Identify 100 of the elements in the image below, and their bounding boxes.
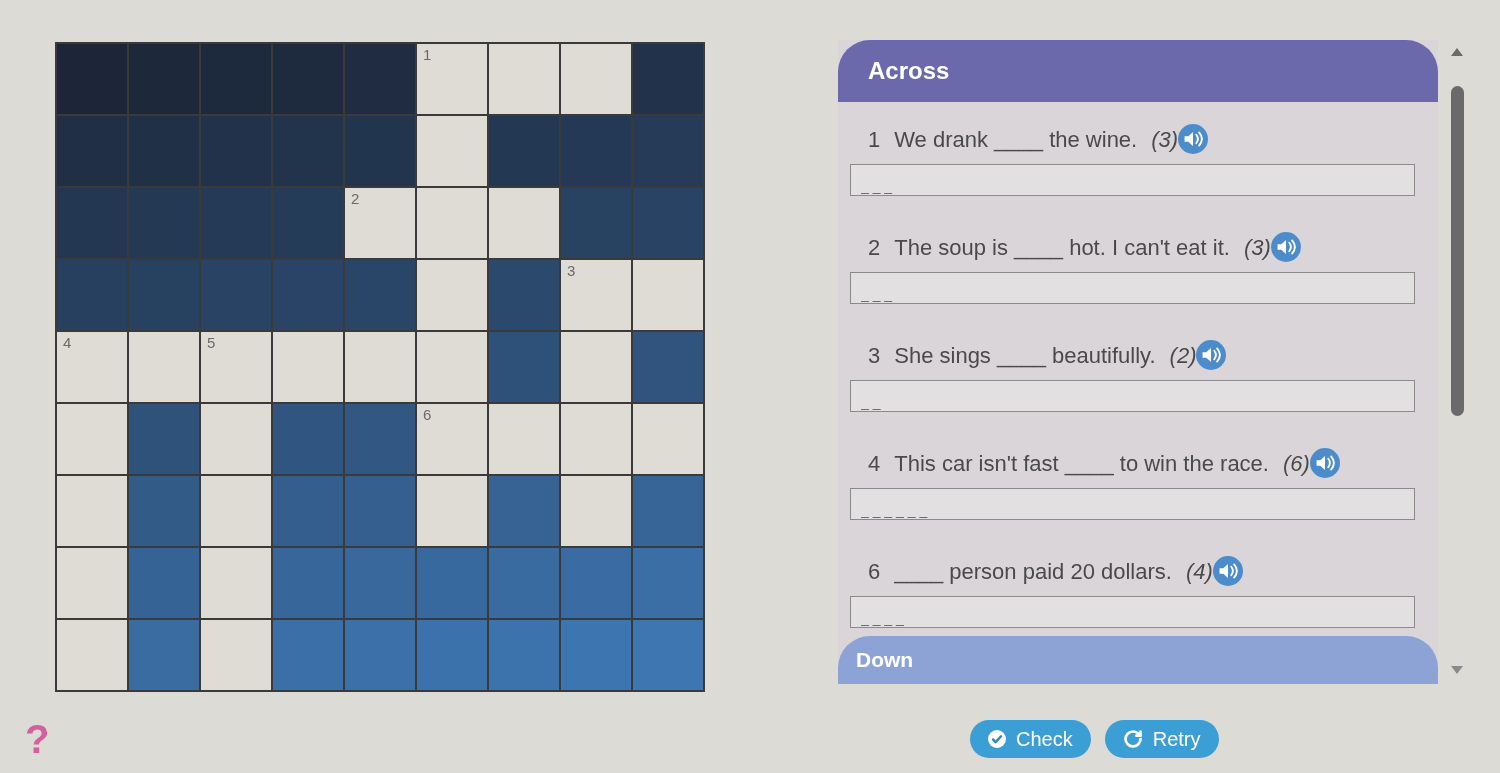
shaded-cell — [633, 548, 703, 618]
grid-cell[interactable] — [489, 44, 559, 114]
answer-field[interactable]: _ _ _ _ — [850, 596, 1415, 628]
clue-text: We drank ____ the wine. — [894, 125, 1138, 154]
grid-cell[interactable]: 2 — [345, 188, 415, 258]
shaded-cell — [273, 620, 343, 690]
shaded-cell — [57, 260, 127, 330]
shaded-cell — [129, 620, 199, 690]
shaded-cell — [633, 332, 703, 402]
grid-cell[interactable] — [417, 476, 487, 546]
shaded-cell — [345, 548, 415, 618]
shaded-cell — [129, 404, 199, 474]
grid-cell[interactable] — [561, 404, 631, 474]
shaded-cell — [273, 404, 343, 474]
clue-number: 2 — [868, 233, 881, 262]
grid-cell[interactable] — [201, 548, 271, 618]
shaded-cell — [633, 44, 703, 114]
shaded-cell — [561, 548, 631, 618]
section-header[interactable]: Across — [838, 40, 1438, 102]
shaded-cell — [561, 620, 631, 690]
answer-length: (4) — [1185, 557, 1213, 586]
grid-cell[interactable]: 1 — [417, 44, 487, 114]
answer-field[interactable]: _ _ _ — [850, 164, 1415, 196]
scroll-down-icon[interactable] — [1451, 666, 1463, 674]
answer-field[interactable]: _ _ _ — [850, 272, 1415, 304]
speaker-icon[interactable] — [1270, 232, 1301, 262]
answer-field[interactable]: _ _ — [850, 380, 1415, 412]
answer-length: (2) — [1169, 341, 1197, 370]
clue-text: She sings ____ beautifully. — [894, 341, 1156, 370]
grid-cell[interactable] — [489, 188, 559, 258]
speaker-icon[interactable] — [1196, 340, 1227, 370]
clue-text: The soup is ____ hot. I can't eat it. — [894, 233, 1230, 262]
clue-number: 6 — [868, 557, 881, 586]
clue-number: 4 — [63, 334, 72, 352]
grid-cell[interactable] — [417, 260, 487, 330]
answer-field[interactable]: _ _ _ _ _ _ — [850, 488, 1415, 520]
shaded-cell — [201, 116, 271, 186]
grid-cell[interactable] — [633, 404, 703, 474]
shaded-cell — [633, 116, 703, 186]
clue-text: This car isn't fast ____ to win the race. — [894, 449, 1269, 478]
shaded-cell — [489, 476, 559, 546]
speaker-icon[interactable] — [1309, 448, 1340, 478]
check-button[interactable]: Check — [970, 720, 1091, 758]
shaded-cell — [201, 260, 271, 330]
retry-button[interactable]: Retry — [1104, 720, 1219, 758]
grid-cell[interactable]: 3 — [561, 260, 631, 330]
shaded-cell — [489, 260, 559, 330]
grid-cell[interactable] — [129, 332, 199, 402]
scrollbar-thumb[interactable] — [1450, 86, 1464, 416]
grid-cell[interactable] — [345, 332, 415, 402]
grid-cell[interactable]: 5 — [201, 332, 271, 402]
grid-cell[interactable] — [201, 476, 271, 546]
grid-cell[interactable] — [57, 476, 127, 546]
grid-cell[interactable] — [561, 332, 631, 402]
shaded-cell — [273, 260, 343, 330]
shaded-cell — [273, 188, 343, 258]
shaded-cell — [345, 404, 415, 474]
shaded-cell — [489, 116, 559, 186]
scroll-up-icon[interactable] — [1451, 48, 1463, 56]
speaker-icon[interactable] — [1212, 556, 1243, 586]
shaded-cell — [273, 116, 343, 186]
shaded-cell — [273, 44, 343, 114]
help-button[interactable]: ? — [25, 717, 55, 761]
clue-text: ____ person paid 20 dollars. — [894, 557, 1172, 586]
shaded-cell — [129, 260, 199, 330]
shaded-cell — [273, 476, 343, 546]
grid-cell[interactable] — [201, 404, 271, 474]
shaded-cell — [201, 188, 271, 258]
section-header[interactable]: Down — [838, 636, 1438, 684]
shaded-cell — [57, 116, 127, 186]
grid-cell[interactable] — [561, 44, 631, 114]
shaded-cell — [417, 548, 487, 618]
grid-cell[interactable] — [57, 620, 127, 690]
speaker-icon[interactable] — [1178, 124, 1209, 154]
grid-cell[interactable] — [417, 332, 487, 402]
shaded-cell — [633, 476, 703, 546]
shaded-cell — [489, 620, 559, 690]
shaded-cell — [345, 116, 415, 186]
grid-cell[interactable]: 4 — [57, 332, 127, 402]
grid-cell[interactable] — [57, 548, 127, 618]
check-circle-icon — [988, 730, 1006, 748]
refresh-icon — [1122, 729, 1143, 749]
grid-cell[interactable] — [57, 404, 127, 474]
answer-length: (3) — [1243, 233, 1271, 262]
grid-cell[interactable] — [417, 188, 487, 258]
shaded-cell — [345, 620, 415, 690]
grid-cell[interactable] — [633, 260, 703, 330]
clue-number: 1 — [423, 46, 432, 64]
grid-cell[interactable] — [201, 620, 271, 690]
grid-cell[interactable] — [417, 116, 487, 186]
shaded-cell — [345, 260, 415, 330]
grid-cell[interactable] — [489, 404, 559, 474]
clue-number: 2 — [351, 190, 360, 208]
grid-cell[interactable] — [273, 332, 343, 402]
clue-number: 3 — [567, 262, 576, 280]
grid-cell[interactable] — [561, 476, 631, 546]
shaded-cell — [561, 116, 631, 186]
clue-number: 1 — [868, 125, 881, 154]
grid-cell[interactable]: 6 — [417, 404, 487, 474]
shaded-cell — [129, 116, 199, 186]
